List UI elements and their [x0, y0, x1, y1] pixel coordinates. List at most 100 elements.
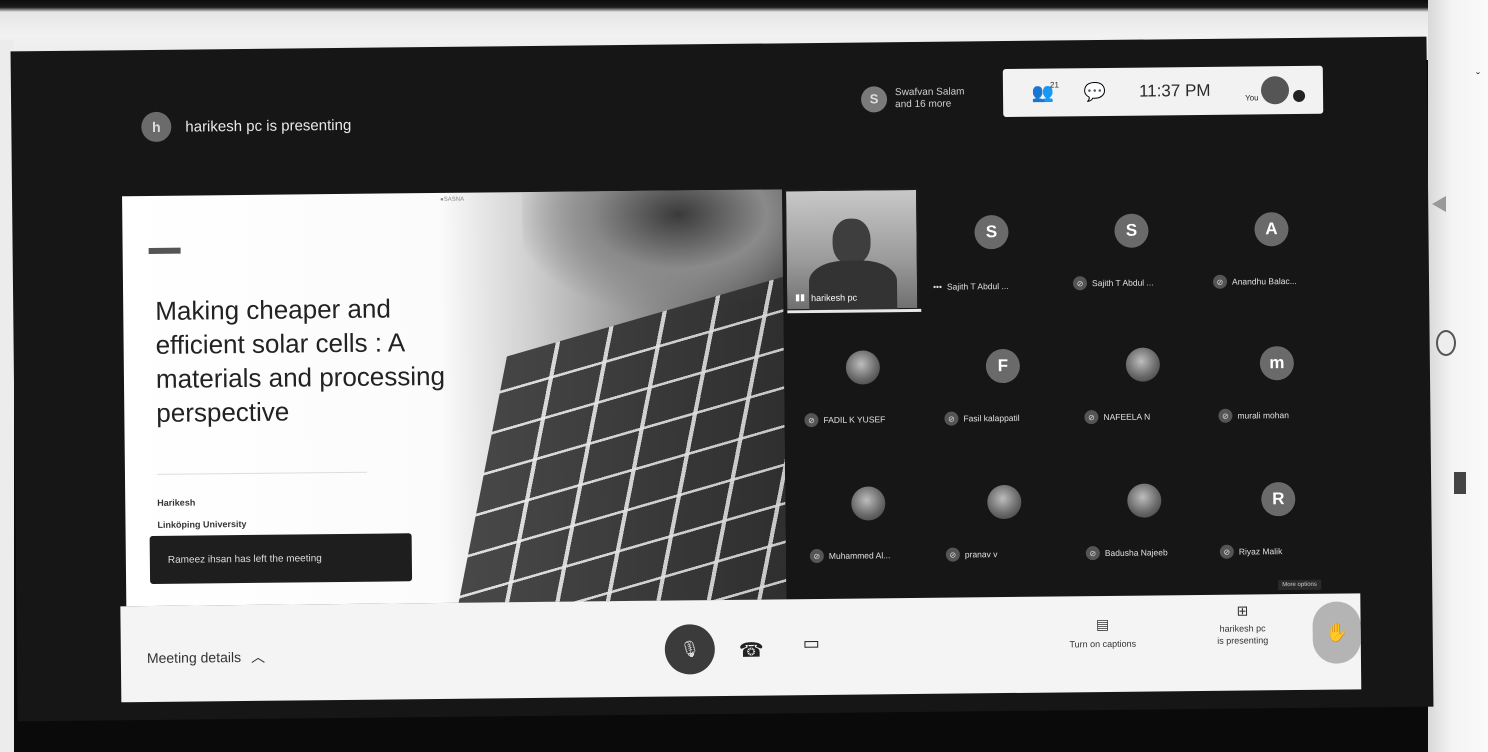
participant-name-tag: ⊘ Fasil kalappatil — [944, 411, 1020, 426]
people-count: 21 — [1049, 79, 1059, 90]
participant-avatar-photo — [1127, 483, 1162, 518]
captions-button[interactable]: ▤ Turn on captions — [1053, 616, 1153, 650]
joined-avatar: S — [860, 86, 888, 113]
slide-title: Making cheaper and efficient solar cells… — [155, 293, 446, 428]
top-status-bar: 👥 21 💬 11:37 PM You — [1002, 65, 1324, 118]
slide-top-mark: ●SASNA — [440, 196, 465, 203]
participant-tile[interactable]: ⊘ pranav v — [935, 454, 1074, 577]
participant-name-tag: ⊘ Muhammed Al... — [809, 548, 891, 564]
present-label-1: harikesh pc — [1219, 623, 1266, 634]
participant-tile[interactable]: ⊘ Muhammed Al... — [799, 456, 938, 579]
participant-name-tag: ⊘ FADIL K YUSEF — [804, 412, 885, 428]
meeting-details-label: Meeting details — [146, 649, 242, 667]
participant-tile[interactable]: A ⊘ Anandhu Balac... — [1202, 182, 1341, 305]
active-speaker-bar — [787, 308, 922, 314]
captions-label: Turn on captions — [1069, 638, 1137, 650]
presenter-banner-text: harikesh pc is presenting — [185, 116, 352, 136]
participant-avatar: m — [1259, 346, 1295, 381]
joined-info[interactable]: S Swafvan Salam and 16 more — [860, 85, 965, 113]
participant-name: pranav v — [964, 549, 998, 560]
participant-tile[interactable]: ⊘ FADIL K YUSEF — [793, 320, 932, 443]
hangup-button[interactable]: ☎ — [739, 638, 764, 663]
participant-name-tag: ⊘ NAFEELA N — [1084, 410, 1150, 425]
slide-logo-dash — [148, 247, 181, 254]
chevron-up-icon: ︿ — [250, 648, 266, 665]
mic-off-icon: ⊘ — [1084, 410, 1099, 425]
mic-off-icon: 🎙 — [679, 641, 701, 659]
participant-avatar: S — [974, 214, 1009, 250]
presenter-body — [808, 260, 898, 314]
present-icon: ⊞ — [1236, 602, 1249, 619]
participant-avatar: R — [1261, 482, 1296, 517]
mic-off-icon: ⊘ — [809, 548, 824, 564]
participant-name: Riyaz Malik — [1238, 546, 1283, 557]
presenter-banner: h harikesh pc is presenting — [141, 110, 352, 143]
participant-avatar-photo — [845, 350, 881, 385]
participant-avatar: F — [985, 348, 1021, 384]
participant-name: Anandhu Balac... — [1231, 275, 1297, 287]
mic-off-icon: ⊘ — [944, 411, 959, 426]
edge-circle — [1436, 330, 1456, 356]
mic-off-icon: ⊘ — [945, 547, 960, 562]
meet-window: h harikesh pc is presenting S Swafvan Sa… — [10, 36, 1434, 722]
participant-tile[interactable]: F ⊘ Fasil kalappatil — [933, 318, 1072, 441]
participant-name-tag: ⊘ Riyaz Malik — [1219, 544, 1283, 559]
participant-avatar-photo — [851, 486, 886, 521]
edge-mark: ˇ — [1476, 70, 1480, 84]
slide-author: Harikesh — [157, 497, 196, 508]
participant-tile[interactable]: ⊘ NAFEELA N — [1073, 317, 1212, 440]
participant-avatar: S — [1114, 213, 1149, 248]
participant-avatar: A — [1254, 212, 1289, 247]
you-avatar[interactable] — [1260, 76, 1289, 105]
participant-name-tag: ⊘ murali mohan — [1218, 408, 1289, 423]
participant-tile[interactable]: S ⊘ Sajith T Abdul ... — [1062, 183, 1201, 306]
participant-tile[interactable]: R ⊘ Riyaz Malik — [1209, 451, 1348, 574]
participant-avatar-photo — [987, 484, 1022, 520]
camera-icon: ▭ — [802, 632, 820, 654]
more-dots-icon: ••• — [932, 281, 943, 292]
participant-name-tag: ⊘ Sajith T Abdul ... — [1072, 275, 1154, 291]
mic-off-icon: ⊘ — [1219, 544, 1234, 559]
raise-hand-icon: ✋ — [1325, 621, 1348, 643]
participant-tile[interactable]: S ••• Sajith T Abdul ... — [922, 184, 1061, 307]
people-icon[interactable]: 👥 21 — [1017, 79, 1069, 104]
presenter-tile-name: harikesh pc — [811, 292, 858, 303]
mic-off-icon: ⊘ — [804, 412, 819, 428]
present-label-2: is presenting — [1217, 635, 1269, 646]
edge-tab — [1432, 196, 1446, 212]
presenter-head — [832, 218, 871, 265]
you-mic-badge — [1292, 89, 1305, 103]
meeting-details-button[interactable]: Meeting details ︿ — [147, 647, 265, 668]
participant-avatar-photo — [1125, 347, 1161, 382]
participant-tile[interactable]: ⊘ Badusha Najeeb — [1075, 453, 1214, 576]
participant-grid: ▮▮ harikesh pc S ••• Sajith T Abdul ... S… — [782, 181, 1346, 599]
participant-name: NAFEELA N — [1103, 411, 1151, 423]
present-button[interactable]: ⊞ harikesh pc is presenting — [1192, 602, 1292, 647]
participant-name: Badusha Najeeb — [1104, 547, 1168, 559]
bottom-control-bar: Meeting details ︿ 🎙 ☎ ▭ ▤ Turn on captio… — [120, 593, 1362, 703]
participant-name-tag: ••• Sajith T Abdul ... — [933, 281, 1009, 292]
mic-off-icon: ⊘ — [1218, 408, 1233, 423]
presenter-name-tag: ▮▮ harikesh pc — [795, 292, 857, 304]
presenter-video-tile[interactable]: ▮▮ harikesh pc — [784, 187, 922, 314]
more-options-tooltip: More options — [1278, 579, 1321, 591]
mic-off-icon: ⊘ — [1212, 274, 1228, 289]
participant-tile[interactable]: m ⊘ murali mohan — [1207, 315, 1346, 438]
edge-rect — [1454, 472, 1466, 494]
hangup-icon: ☎ — [738, 639, 764, 662]
chat-icon[interactable]: 💬 — [1069, 81, 1121, 103]
raise-hand-button[interactable]: ✋ — [1312, 601, 1362, 664]
you-label: You — [1245, 92, 1259, 103]
audio-wave-icon: ▮▮ — [795, 292, 806, 303]
mic-toggle-button[interactable]: 🎙 — [664, 624, 716, 675]
mic-off-icon: ⊘ — [1085, 546, 1100, 561]
participant-name: murali mohan — [1237, 410, 1289, 421]
presenter-avatar: h — [141, 111, 172, 143]
captions-icon: ▤ — [1095, 615, 1110, 633]
joined-line-2: and 16 more — [895, 98, 952, 111]
joined-line-1: Swafvan Salam — [894, 86, 965, 99]
camera-toggle-button[interactable]: ▭ — [803, 633, 820, 654]
clock: 11:37 PM — [1138, 80, 1211, 101]
slide-affiliation: Linköping University — [157, 518, 247, 530]
participant-name-tag: ⊘ Anandhu Balac... — [1212, 274, 1297, 289]
